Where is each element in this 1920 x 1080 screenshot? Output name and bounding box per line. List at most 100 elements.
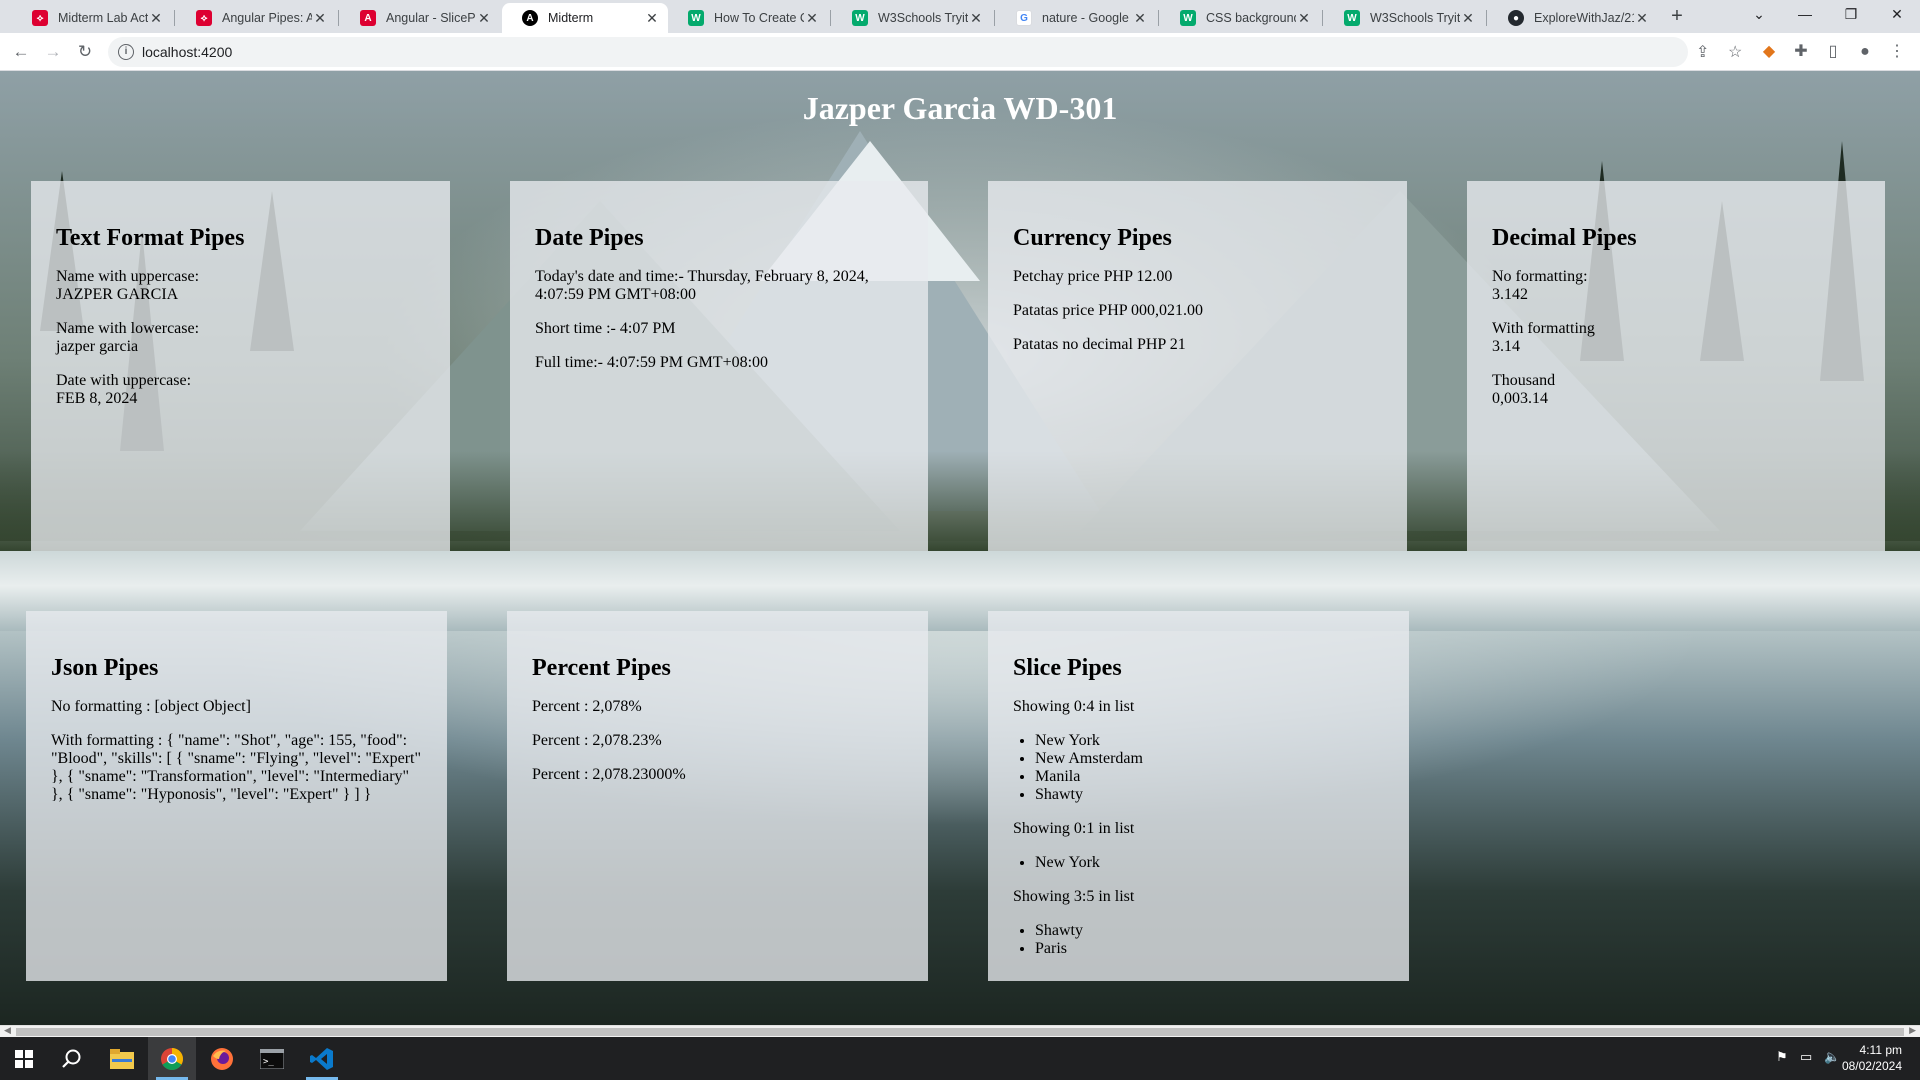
windows-start-icon[interactable] [0,1037,48,1080]
horizontal-scrollbar[interactable]: ◀ ▶ [0,1025,1920,1037]
system-clock[interactable]: 4:11 pm 08/02/2024 [1842,1042,1902,1074]
browser-tab[interactable]: ● ExploreWithJaz/21 ✕ [1488,3,1658,33]
menu-kebab-icon[interactable]: ⋮ [1886,41,1908,63]
browser-tab[interactable]: W CSS background-in ✕ [1160,3,1320,33]
browser-tab[interactable]: ⟡ Midterm Lab Activi ✕ [12,3,172,33]
close-tab-icon[interactable]: ✕ [1296,10,1312,26]
list-item: Shawty [1035,786,1384,804]
tab-title: ExploreWithJaz/21 [1534,11,1634,25]
tab-title: W3Schools Tryit Ed [1370,11,1460,25]
terminal-icon[interactable]: >_ [248,1037,296,1080]
slice-label: Showing 0:4 in list [1013,698,1135,715]
profile-avatar-icon[interactable]: ● [1854,41,1876,63]
browser-toolbar: ← → ↻ i localhost:4200 ⇪ ☆ ◆ ✚ ▯ ● ⋮ [0,33,1920,71]
lowercase-name: Name with lowercase: jazper garcia [56,320,200,355]
close-tab-icon[interactable]: ✕ [804,10,820,26]
volume-icon[interactable]: 🔈 [1824,1049,1840,1065]
json-with-format: With formatting : { "name": "Shot", "age… [51,732,422,803]
browser-tab[interactable]: ⟡ Angular Pipes: Adv ✕ [176,3,336,33]
list-item: New York [1035,854,1384,872]
scrollbar-thumb[interactable] [16,1028,1904,1036]
windows-taskbar: >_ ⚑ ▭ 🔈 4:11 pm 08/02/2024 [0,1037,1920,1080]
firefox-icon[interactable] [198,1037,246,1080]
url-text[interactable]: localhost:4200 [142,44,232,60]
browser-tab[interactable]: W W3Schools Tryit Ed ✕ [832,3,992,33]
browser-tab[interactable]: W How To Create Col ✕ [668,3,828,33]
date-pipes-card: Date Pipes Today's date and time:- Thurs… [510,181,928,551]
share-icon[interactable]: ⇪ [1696,42,1709,62]
close-tab-icon[interactable]: ✕ [148,10,164,26]
list-item: Paris [1035,940,1384,958]
currency-line: Petchay price PHP 12.00 [1013,268,1173,285]
close-tab-icon[interactable]: ✕ [1132,10,1148,26]
full-time: Full time:- 4:07:59 PM GMT+08:00 [535,354,769,371]
angular-icon: A [360,10,376,26]
slice-list: New York New Amsterdam Manila Shawty [1035,732,1384,804]
slice-label: Showing 3:5 in list [1013,888,1135,905]
forward-icon[interactable]: → [41,40,65,64]
tab-title: W3Schools Tryit Ed [878,11,968,25]
network-warning-icon[interactable]: ⚑ [1776,1049,1788,1065]
close-tab-icon[interactable]: ✕ [312,10,328,26]
metamask-extension-icon[interactable]: ◆ [1758,41,1780,63]
close-window-button[interactable]: ✕ [1874,0,1920,30]
address-bar[interactable]: i localhost:4200 ⇪ ☆ [108,37,1742,67]
percent-line: Percent : 2,078.23% [532,732,662,749]
close-tab-icon[interactable]: ✕ [968,10,984,26]
github-icon: ● [1508,10,1524,26]
angular-docs-icon: ⟡ [32,10,48,26]
extensions-puzzle-icon[interactable]: ✚ [1790,41,1812,63]
close-tab-icon[interactable]: ✕ [644,10,660,26]
decimal-with-format: With formatting 3.14 [1492,320,1595,355]
percent-pipes-card: Percent Pipes Percent : 2,078% Percent :… [507,611,928,981]
percent-line: Percent : 2,078.23000% [532,766,686,783]
w3schools-icon: W [1180,10,1196,26]
maximize-button[interactable]: ❐ [1828,0,1874,30]
list-item: New Amsterdam [1035,750,1384,768]
short-time: Short time :- 4:07 PM [535,320,676,337]
w3schools-icon: W [688,10,704,26]
browser-tab[interactable]: G nature - Google Se ✕ [996,3,1156,33]
minimize-button[interactable]: — [1782,0,1828,30]
clock-date: 08/02/2024 [1841,1059,1902,1073]
browser-tab-active[interactable]: A Midterm ✕ [502,3,668,33]
browser-tab[interactable]: W W3Schools Tryit Ed ✕ [1324,3,1484,33]
list-item: Shawty [1035,922,1384,940]
tab-title: Midterm Lab Activi [58,11,148,25]
currency-line: Patatas price PHP 000,021.00 [1013,302,1204,319]
side-panel-icon[interactable]: ▯ [1822,41,1844,63]
search-icon[interactable] [48,1037,96,1080]
card-heading: Currency Pipes [1013,225,1172,251]
close-tab-icon[interactable]: ✕ [1460,10,1476,26]
reload-icon[interactable]: ↻ [73,40,97,64]
vscode-icon[interactable] [298,1037,346,1080]
tab-search-button[interactable]: ⌄ [1736,0,1782,30]
scroll-right-icon[interactable]: ▶ [1909,1025,1916,1036]
new-tab-button[interactable]: + [1663,4,1691,30]
close-tab-icon[interactable]: ✕ [1634,10,1650,26]
w3schools-icon: W [1344,10,1360,26]
clock-time: 4:11 pm [1859,1043,1902,1057]
decimal-no-format: No formatting: 3.142 [1492,268,1588,303]
chrome-icon[interactable] [148,1037,196,1080]
svg-text:>_: >_ [263,1057,274,1067]
network-icon[interactable]: ▭ [1800,1049,1812,1065]
slice-pipes-card: Slice Pipes Showing 0:4 in list New York… [988,611,1409,981]
slice-label: Showing 0:1 in list [1013,820,1135,837]
scroll-left-icon[interactable]: ◀ [4,1025,11,1036]
back-icon[interactable]: ← [9,40,33,64]
bookmark-star-icon[interactable]: ☆ [1728,42,1742,62]
site-info-icon[interactable]: i [118,44,134,60]
google-icon: G [1016,10,1032,26]
page-viewport: Jazper Garcia WD-301 Text Format Pipes N… [0,71,1920,1025]
text-format-pipes-card: Text Format Pipes Name with uppercase: JA… [31,181,450,551]
browser-tab[interactable]: A Angular - SlicePipe ✕ [340,3,500,33]
card-heading: Decimal Pipes [1492,225,1637,251]
close-tab-icon[interactable]: ✕ [476,10,492,26]
json-pipes-card: Json Pipes No formatting : [object Objec… [26,611,447,981]
uppercase-name: Name with uppercase: JAZPER GARCIA [56,268,200,303]
file-explorer-icon[interactable] [98,1037,146,1080]
tab-title: Midterm [548,11,594,25]
percent-line: Percent : 2,078% [532,698,642,715]
currency-line: Patatas no decimal PHP 21 [1013,336,1186,353]
